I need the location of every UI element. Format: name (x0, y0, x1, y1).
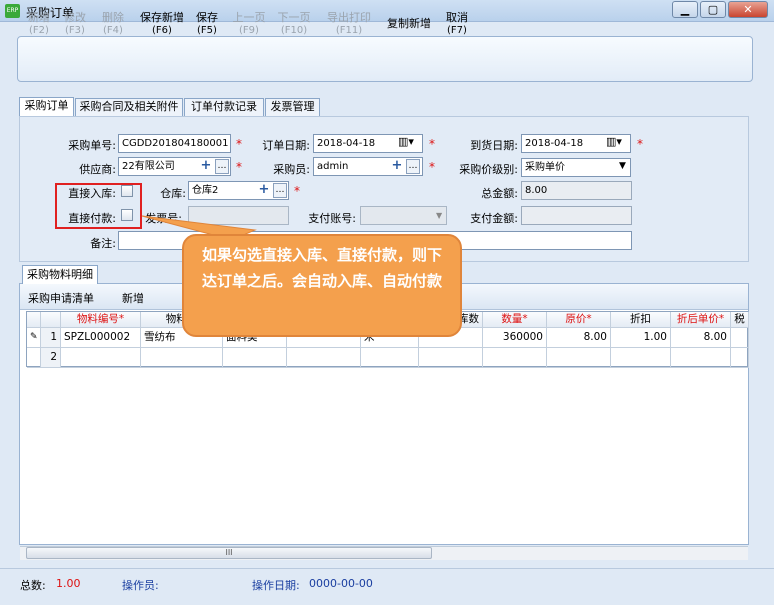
request-list-button[interactable]: 采购申请清单 (28, 290, 94, 306)
price-cell[interactable]: 8.00 (547, 328, 611, 348)
pay-amount-value (521, 206, 632, 225)
required-marker: * (429, 160, 435, 174)
required-marker: * (236, 160, 242, 174)
delete-button[interactable]: 删除 (F4) (96, 11, 130, 37)
required-marker: * (429, 137, 435, 151)
pay-account-label: 支付账号: (308, 212, 356, 225)
operator-label: 操作员: (122, 579, 159, 592)
table-cell[interactable] (361, 348, 419, 368)
order-date-value: 2018-04-18 (317, 138, 376, 149)
row-number: 2 (41, 348, 61, 368)
total-amount-label: 总金额: (481, 187, 518, 200)
new-button[interactable]: 新增 (F2) (22, 11, 56, 37)
browse-button[interactable]: … (215, 159, 229, 174)
pay-amount-label: 支付金额: (470, 212, 518, 225)
table-cell[interactable] (671, 348, 731, 368)
plus-icon[interactable]: + (390, 159, 404, 174)
tab-payment-records[interactable]: 订单付款记录 (184, 98, 264, 116)
required-marker: * (294, 184, 300, 198)
add-row-button[interactable]: 新增 (122, 290, 144, 306)
buyer-label: 采购员: (273, 163, 310, 176)
price-level-value: 采购单价 (525, 162, 565, 173)
order-date-label: 订单日期: (262, 139, 310, 152)
callout-note: 如果勾选直接入库、直接付款，则下达订单之后。会自动入库、自动付款 (182, 234, 462, 337)
grid-header-cell[interactable]: 物料编号* (61, 312, 141, 328)
chevron-down-icon[interactable]: ▼ (436, 211, 442, 220)
price-level-label: 采购价级别: (459, 163, 518, 176)
grid-header-cell[interactable]: 数量* (483, 312, 547, 328)
grid-header-cell[interactable]: 税 (731, 312, 749, 328)
maximize-icon[interactable]: ▢ (700, 1, 726, 18)
main-toolbar (17, 36, 753, 82)
total-amount-value: 8.00 (521, 181, 632, 200)
table-cell[interactable] (61, 348, 141, 368)
table-cell[interactable] (419, 348, 483, 368)
export-print-button[interactable]: 导出打印 (F11) (322, 11, 376, 37)
edit-button[interactable]: 修改 (F3) (58, 11, 92, 37)
table-cell[interactable] (141, 348, 223, 368)
scrollbar-thumb[interactable]: III (26, 547, 432, 559)
tab-purchase-order[interactable]: 采购订单 (19, 97, 74, 117)
chevron-down-icon[interactable]: ▼ (619, 161, 626, 171)
tab-invoice[interactable]: 发票管理 (265, 98, 320, 116)
cancel-button[interactable]: 取消 (F7) (442, 11, 472, 37)
total-count-value: 1.00 (56, 577, 81, 590)
required-marker: * (236, 137, 242, 151)
tab-contracts[interactable]: 采购合同及相关附件 (75, 98, 183, 116)
copy-new-button[interactable]: 复制新增 (382, 17, 436, 30)
table-cell[interactable] (731, 328, 749, 348)
arrival-date-value: 2018-04-18 (525, 138, 584, 149)
tab-material-detail[interactable]: 采购物料明细 (22, 265, 98, 284)
remark-label: 备注: (90, 237, 116, 250)
required-marker: * (637, 137, 643, 151)
price-level-select[interactable]: 采购单价 (521, 158, 631, 177)
order-no-label: 采购单号: (68, 139, 116, 152)
order-no-field[interactable]: CGDD201804180001 (118, 134, 231, 153)
edit-pencil-icon: ✎ (27, 328, 41, 348)
total-count-label: 总数: (20, 579, 46, 592)
table-cell[interactable] (547, 348, 611, 368)
next-page-button[interactable]: 下一页 (F10) (273, 11, 315, 37)
discount-cell[interactable]: 1.00 (611, 328, 671, 348)
op-date-value: 0000-00-00 (309, 577, 373, 590)
highlight-box (55, 183, 142, 229)
table-cell[interactable] (731, 348, 749, 368)
grid-header-cell[interactable]: 折后单价* (671, 312, 731, 328)
save-button[interactable]: 保存 (F5) (192, 11, 222, 37)
grid-header-cell[interactable]: 折扣 (611, 312, 671, 328)
table-cell[interactable] (611, 348, 671, 368)
material-code-cell[interactable]: SPZL000002 (61, 328, 141, 348)
browse-button[interactable]: … (406, 159, 420, 174)
table-cell[interactable] (223, 348, 287, 368)
plus-icon[interactable]: + (199, 159, 213, 174)
minimize-icon[interactable]: ▁ (672, 1, 698, 18)
arrival-date-label: 到货日期: (470, 139, 518, 152)
calendar-icon[interactable]: ▥▾ (606, 135, 622, 148)
table-cell (27, 348, 41, 368)
grid-header-cell (41, 312, 61, 328)
grid-header-cell (27, 312, 41, 328)
quantity-cell[interactable]: 360000 (483, 328, 547, 348)
grid-header-cell[interactable]: 原价* (547, 312, 611, 328)
calendar-icon[interactable]: ▥▾ (398, 135, 414, 148)
save-new-button[interactable]: 保存新增 (F6) (134, 11, 190, 37)
app-icon: ERP (5, 4, 20, 18)
prev-page-button[interactable]: 上一页 (F9) (228, 11, 270, 37)
pay-account-select[interactable] (360, 206, 447, 225)
net-price-cell[interactable]: 8.00 (671, 328, 731, 348)
op-date-label: 操作日期: (252, 579, 300, 592)
close-icon[interactable]: ✕ (728, 1, 768, 18)
supplier-label: 供应商: (79, 163, 116, 176)
table-cell[interactable] (483, 348, 547, 368)
status-divider (0, 568, 774, 569)
row-number: 1 (41, 328, 61, 348)
table-cell[interactable] (287, 348, 361, 368)
